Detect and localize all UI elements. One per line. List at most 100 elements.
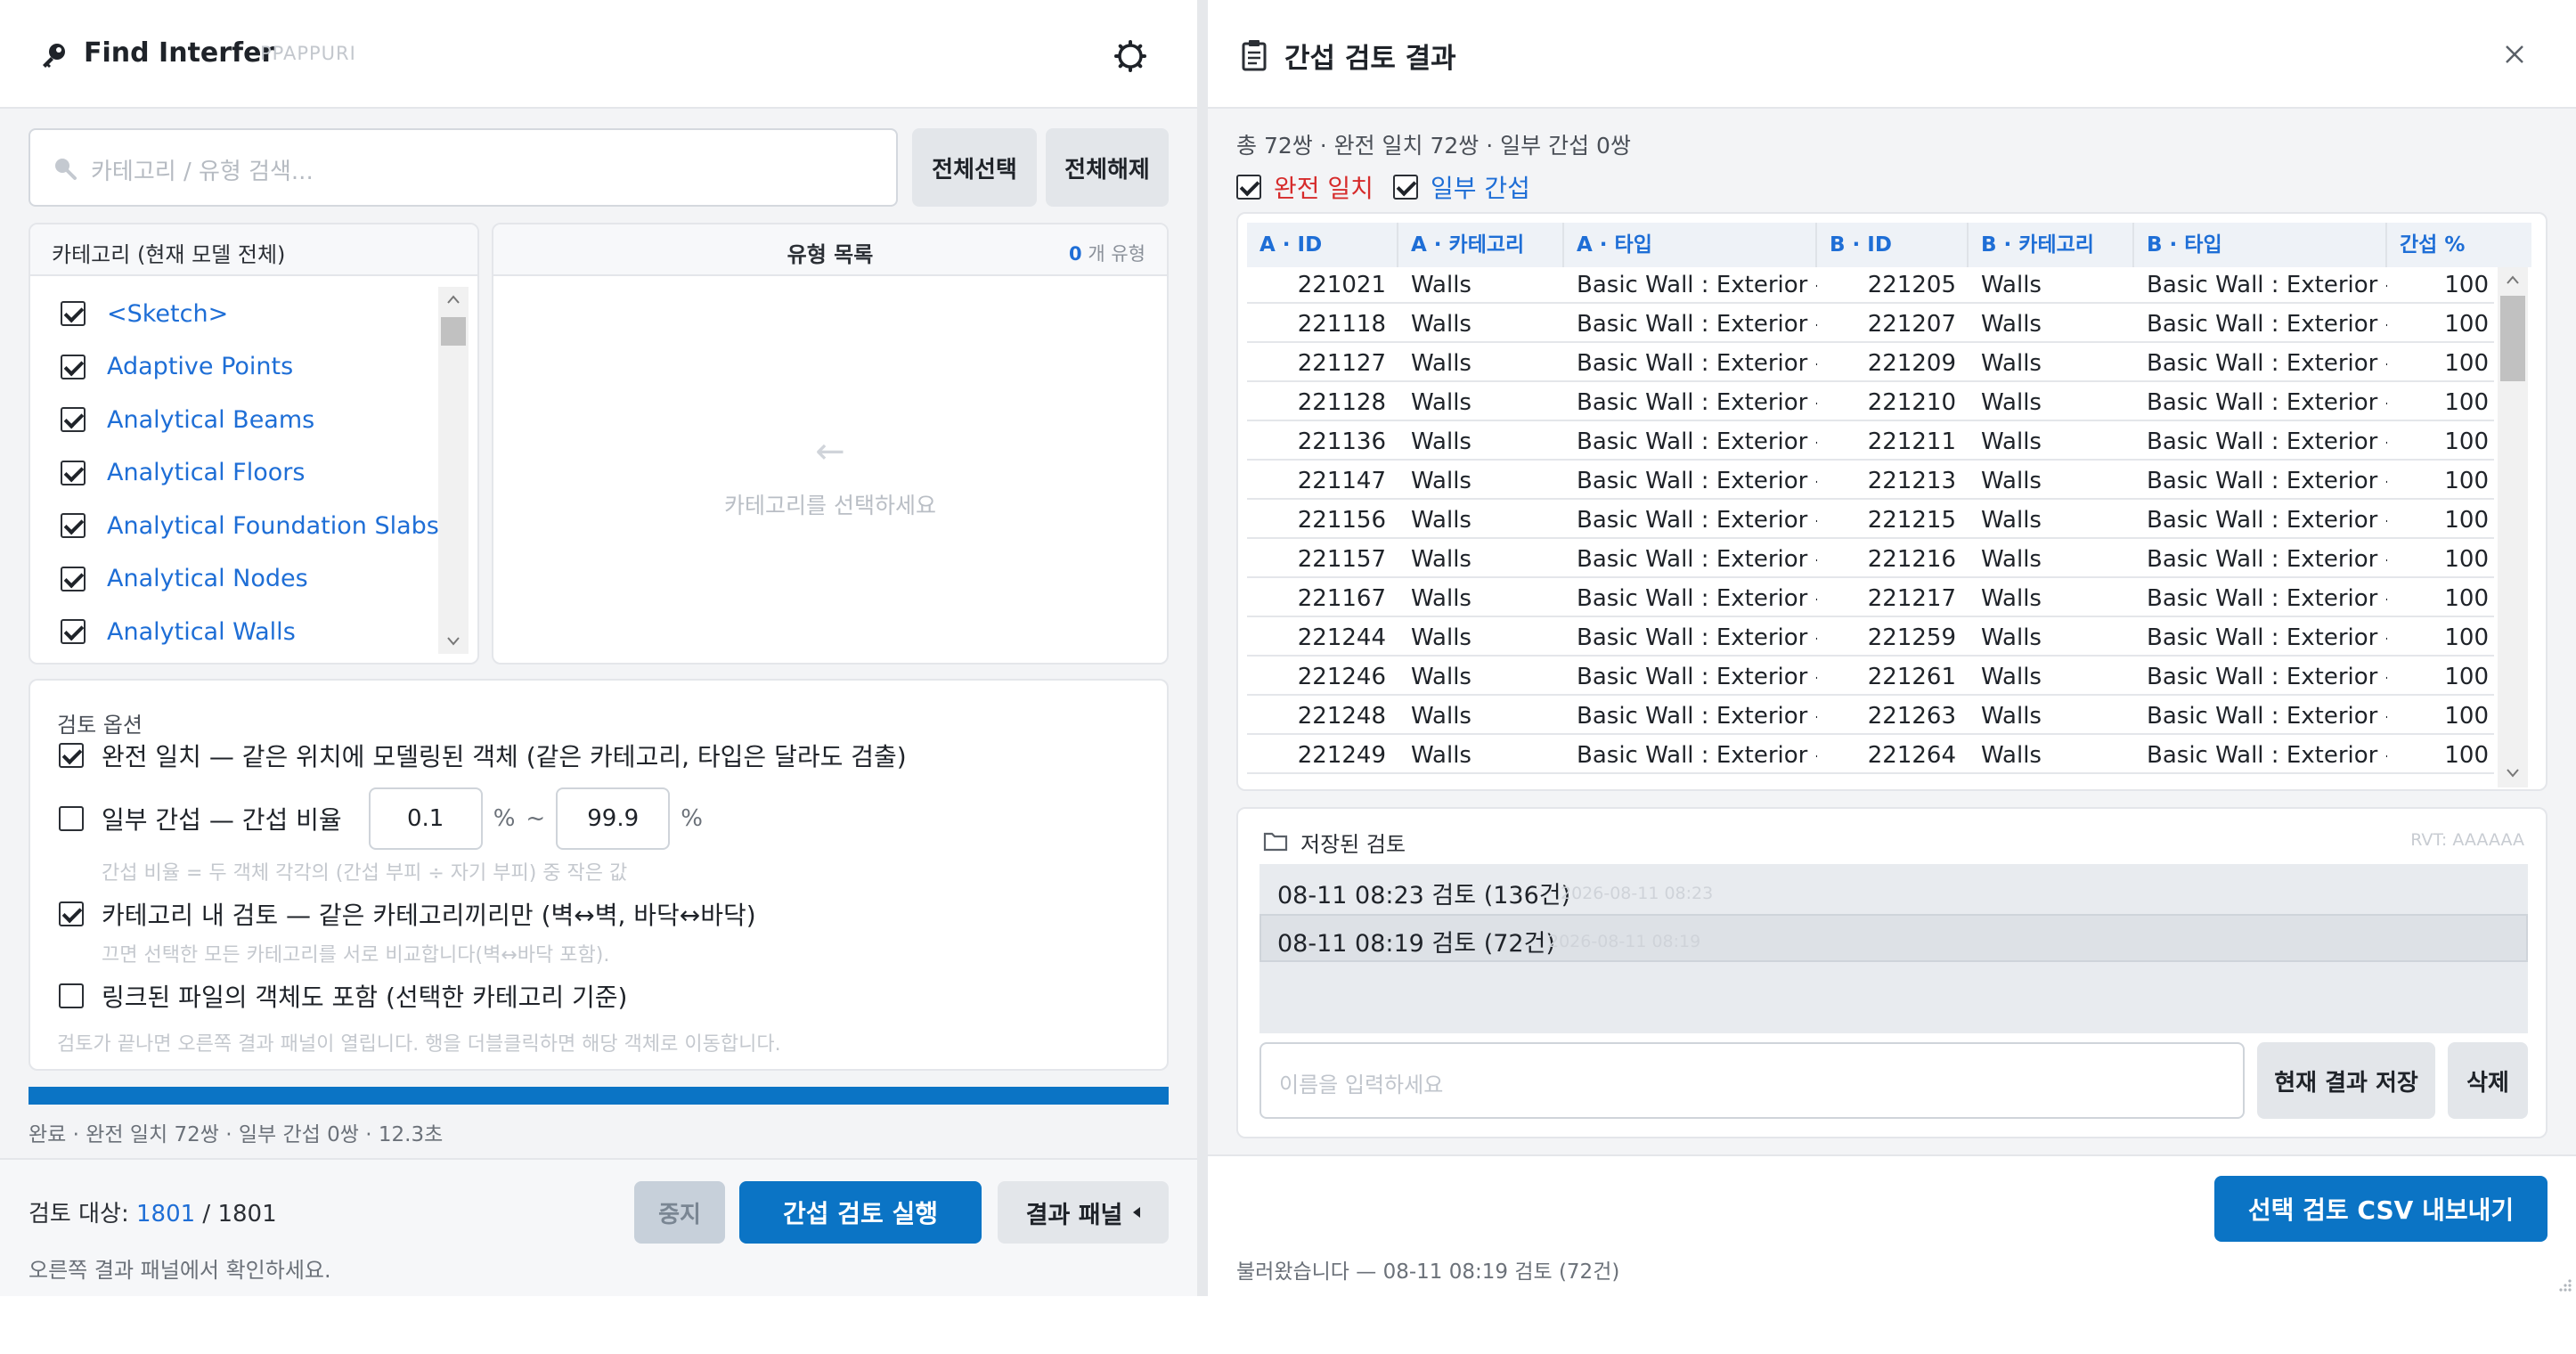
- option-within-category[interactable]: 카테고리 내 검토 — 같은 카테고리끼리만 (벽↔벽, 바닥↔바닥): [59, 896, 756, 932]
- col-b-type[interactable]: B · 타입: [2134, 223, 2387, 267]
- col-a-id[interactable]: A · ID: [1247, 223, 1398, 267]
- deselect-all-button[interactable]: 전체해제: [1046, 128, 1169, 207]
- category-item[interactable]: Analytical Foundation Slabs: [61, 508, 439, 543]
- category-header-label: 카테고리 (현재 모델 전체): [52, 242, 286, 267]
- app-subtitle: PPAPPURI: [260, 43, 356, 64]
- saved-item-date: 2026-08-11 08:19: [1548, 932, 1701, 951]
- table-scrollbar[interactable]: [2498, 267, 2528, 787]
- select-all-button[interactable]: 전체선택: [912, 128, 1037, 207]
- table-row[interactable]: 221021 Walls Basic Wall : Exterior -... 221…: [1247, 267, 2494, 304]
- table-row[interactable]: 221157 Walls Basic Wall : Exterior -... 221…: [1247, 542, 2494, 578]
- min-ratio-input[interactable]: 0.1: [368, 787, 483, 850]
- stop-button[interactable]: 중지: [634, 1181, 725, 1244]
- cell-a-id: 221156: [1297, 507, 1386, 534]
- category-card: 카테고리 (현재 모델 전체) <Sketch> Adaptive Points A…: [29, 223, 479, 665]
- option-exact[interactable]: 완전 일치 — 같은 위치에 모델링된 객체 (같은 카테고리, 타입은 달라도…: [59, 738, 907, 773]
- close-icon[interactable]: [2499, 39, 2530, 69]
- table-scroll-thumb[interactable]: [2500, 296, 2525, 381]
- checkbox-icon[interactable]: [61, 301, 86, 326]
- app-title: Find Interfer: [84, 37, 275, 69]
- export-csv-button[interactable]: 선택 검토 CSV 내보내기: [2214, 1176, 2547, 1242]
- checkbox-icon[interactable]: [61, 513, 86, 538]
- checkbox-icon[interactable]: [61, 619, 86, 644]
- category-label: Analytical Floors: [107, 459, 306, 486]
- category-item[interactable]: Adaptive Points: [61, 349, 293, 385]
- table-row[interactable]: 221118 Walls Basic Wall : Exterior -... 221…: [1247, 306, 2494, 343]
- table-row[interactable]: 221250WallsBasic Wall : Exterior -...221…: [1247, 777, 2494, 784]
- filter-partial[interactable]: 일부 간섭: [1393, 169, 1530, 205]
- saved-item-date: 2026-08-11 08:23: [1561, 884, 1714, 903]
- table-row[interactable]: 221248 Walls Basic Wall : Exterior -... 221…: [1247, 698, 2494, 735]
- save-name-input[interactable]: 이름을 입력하세요: [1259, 1042, 2245, 1119]
- option-linked[interactable]: 링크된 파일의 객체도 포함 (선택한 카테고리 기준): [59, 978, 627, 1014]
- category-item[interactable]: Analytical Floors: [61, 455, 305, 491]
- table-row[interactable]: 221156 Walls Basic Wall : Exterior -... 221…: [1247, 502, 2494, 539]
- cell-overlap-pct: 100: [2444, 546, 2489, 573]
- cell-b-category: Walls: [1981, 703, 2042, 730]
- run-check-button[interactable]: 간섭 검토 실행: [739, 1181, 982, 1244]
- table-row[interactable]: 221246 Walls Basic Wall : Exterior -... 221…: [1247, 659, 2494, 696]
- col-overlap-pct[interactable]: 간섭 %: [2387, 223, 2531, 267]
- checkbox-icon[interactable]: [61, 566, 86, 591]
- filter-exact[interactable]: 완전 일치: [1236, 169, 1374, 205]
- table-row[interactable]: 221147 Walls Basic Wall : Exterior -... 221…: [1247, 463, 2494, 500]
- checkbox-icon[interactable]: [61, 460, 86, 485]
- checkbox-icon[interactable]: [61, 354, 86, 379]
- cell-a-category: Walls: [1411, 585, 1471, 612]
- percent-label: %: [493, 805, 516, 832]
- col-a-type[interactable]: A · 타입: [1564, 223, 1817, 267]
- scroll-down-icon[interactable]: [2506, 768, 2520, 779]
- panel-divider[interactable]: [1197, 0, 1208, 1296]
- cell-b-type: Basic Wall : Exterior -...: [2147, 703, 2387, 730]
- scroll-down-icon[interactable]: [446, 636, 461, 647]
- percent-label: %: [681, 805, 703, 832]
- result-panel-button[interactable]: 결과 패널: [998, 1181, 1169, 1244]
- table-row[interactable]: 221167 Walls Basic Wall : Exterior -... 221…: [1247, 581, 2494, 617]
- cell-overlap-pct: 100: [2444, 272, 2489, 298]
- table-row[interactable]: 221128 Walls Basic Wall : Exterior -... 221…: [1247, 385, 2494, 421]
- search-placeholder: 카테고리 / 유형 검색...: [91, 159, 314, 185]
- table-row[interactable]: 221249 Walls Basic Wall : Exterior -... 221…: [1247, 738, 2494, 774]
- delete-button[interactable]: 삭제: [2448, 1042, 2528, 1119]
- checkbox-icon[interactable]: [59, 806, 84, 831]
- cell-a-category: Walls: [1411, 546, 1471, 573]
- col-b-id[interactable]: B · ID: [1817, 223, 1969, 267]
- scroll-up-icon[interactable]: [2506, 274, 2520, 285]
- saved-checks-card: 저장된 검토 RVT: AAAAAA 08-11 08:23 검토 (136건)…: [1236, 807, 2547, 1138]
- cell-a-category: Walls: [1411, 624, 1471, 651]
- cell-a-id: 221147: [1297, 468, 1386, 494]
- checkbox-icon[interactable]: [1393, 175, 1418, 200]
- settings-icon[interactable]: [1112, 37, 1149, 75]
- cell-a-id: 221248: [1297, 703, 1386, 730]
- table-row[interactable]: 221244 Walls Basic Wall : Exterior -... 221…: [1247, 620, 2494, 657]
- category-item[interactable]: Analytical Nodes: [61, 561, 308, 597]
- saved-item[interactable]: 08-11 08:23 검토 (136건) 2026-08-11 08:23: [1259, 866, 2528, 914]
- resize-grip-icon[interactable]: [2555, 1275, 2572, 1293]
- category-scrollbar[interactable]: [438, 287, 469, 654]
- checkbox-icon[interactable]: [59, 983, 84, 1008]
- checkbox-icon[interactable]: [59, 901, 84, 926]
- scroll-up-icon[interactable]: [446, 294, 461, 305]
- cell-b-type: Basic Wall : Exterior -...: [2147, 546, 2387, 573]
- category-item[interactable]: Analytical Beams: [61, 402, 314, 437]
- table-row[interactable]: 221136 Walls Basic Wall : Exterior -... 221…: [1247, 424, 2494, 461]
- col-a-category[interactable]: A · 카테고리: [1398, 223, 1564, 267]
- cell-overlap-pct: 100: [2444, 703, 2489, 730]
- results-table: A · ID A · 카테고리 A · 타입 B · ID B · 카테고리 B…: [1236, 212, 2547, 791]
- checkbox-icon[interactable]: [59, 743, 84, 768]
- saved-item-selected[interactable]: 08-11 08:19 검토 (72건) 2026-08-11 08:19: [1259, 914, 2528, 962]
- category-item[interactable]: Analytical Walls: [61, 614, 296, 649]
- category-scroll-thumb[interactable]: [441, 317, 466, 346]
- save-current-button[interactable]: 현재 결과 저장: [2257, 1042, 2435, 1119]
- cell-a-type: Basic Wall : Exterior -...: [1577, 272, 1817, 298]
- category-item[interactable]: <Sketch>: [61, 296, 228, 331]
- option-partial[interactable]: 일부 간섭 — 간섭 비율 0.1 % ~ 99.9 %: [59, 787, 703, 850]
- checkbox-icon[interactable]: [1236, 175, 1261, 200]
- search-input[interactable]: 카테고리 / 유형 검색...: [29, 128, 898, 207]
- col-b-category[interactable]: B · 카테고리: [1969, 223, 2134, 267]
- max-ratio-input[interactable]: 99.9: [556, 787, 671, 850]
- save-name-placeholder: 이름을 입력하세요: [1279, 1073, 1444, 1097]
- table-row[interactable]: 221127 Walls Basic Wall : Exterior -... 221…: [1247, 346, 2494, 382]
- checkbox-icon[interactable]: [61, 407, 86, 432]
- cell-b-category: Walls: [1981, 664, 2042, 690]
